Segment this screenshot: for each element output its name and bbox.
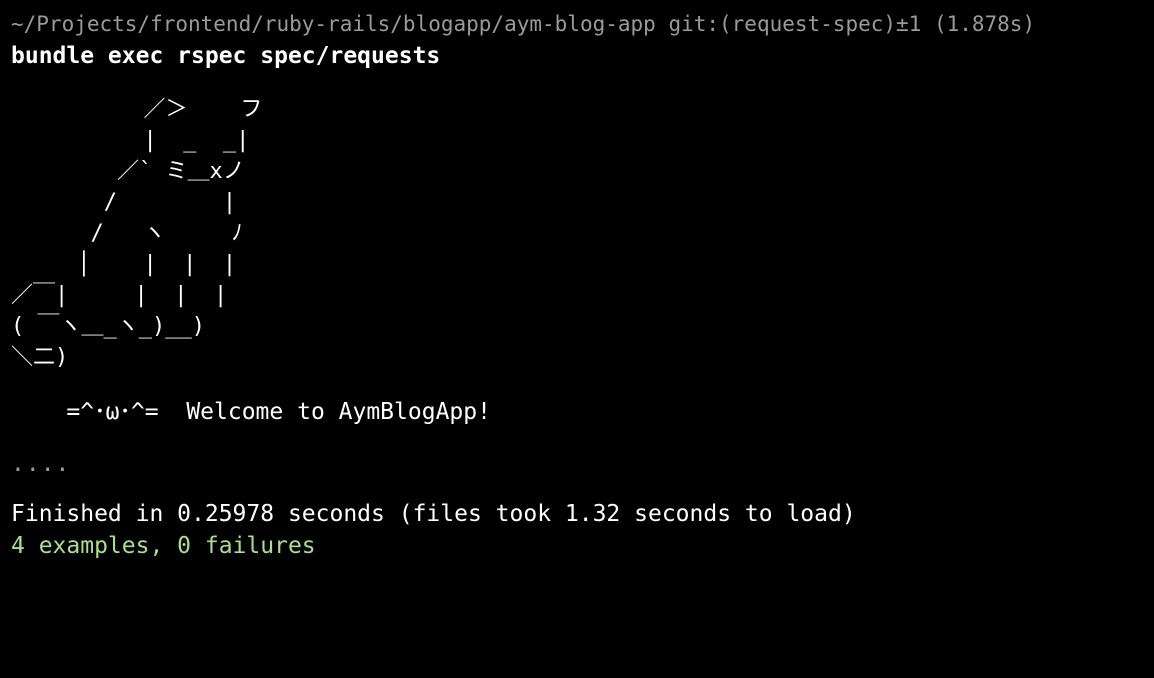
ascii-art-line: ＼二): [11, 345, 69, 370]
ascii-art-line: / ヽ ﾉ: [11, 221, 243, 246]
ascii-art-line: | _ _|: [11, 128, 250, 153]
command-text: bundle exec rspec spec/requests: [11, 43, 441, 69]
ascii-art-line: │ | | |: [11, 252, 237, 277]
welcome-message: =^･ω･^= Welcome to AymBlogApp!: [11, 399, 491, 425]
ascii-art-line: ( ￣ヽ＿_ヽ_)__): [11, 314, 205, 339]
ascii-art-line: / |: [11, 190, 237, 215]
ascii-art-line: ／` ミ＿xノ: [11, 159, 245, 184]
test-summary: 4 examples, 0 failures: [11, 533, 316, 559]
ascii-art-line: ／＞ フ: [11, 97, 263, 122]
finished-timing: Finished in 0.25978 seconds (files took …: [11, 501, 856, 527]
ascii-art-line: ／￣| | | |: [11, 283, 228, 308]
terminal-window[interactable]: ~/Projects/frontend/ruby-rails/blogapp/a…: [11, 8, 1151, 678]
test-progress-dots: ....: [11, 451, 71, 477]
shell-prompt: ~/Projects/frontend/ruby-rails/blogapp/a…: [11, 12, 1036, 36]
ascii-cat-art: ／＞ フ | _ _| ／` ミ＿xノ / | / ヽ ﾉ │ | | | ／￣…: [11, 94, 1151, 384]
